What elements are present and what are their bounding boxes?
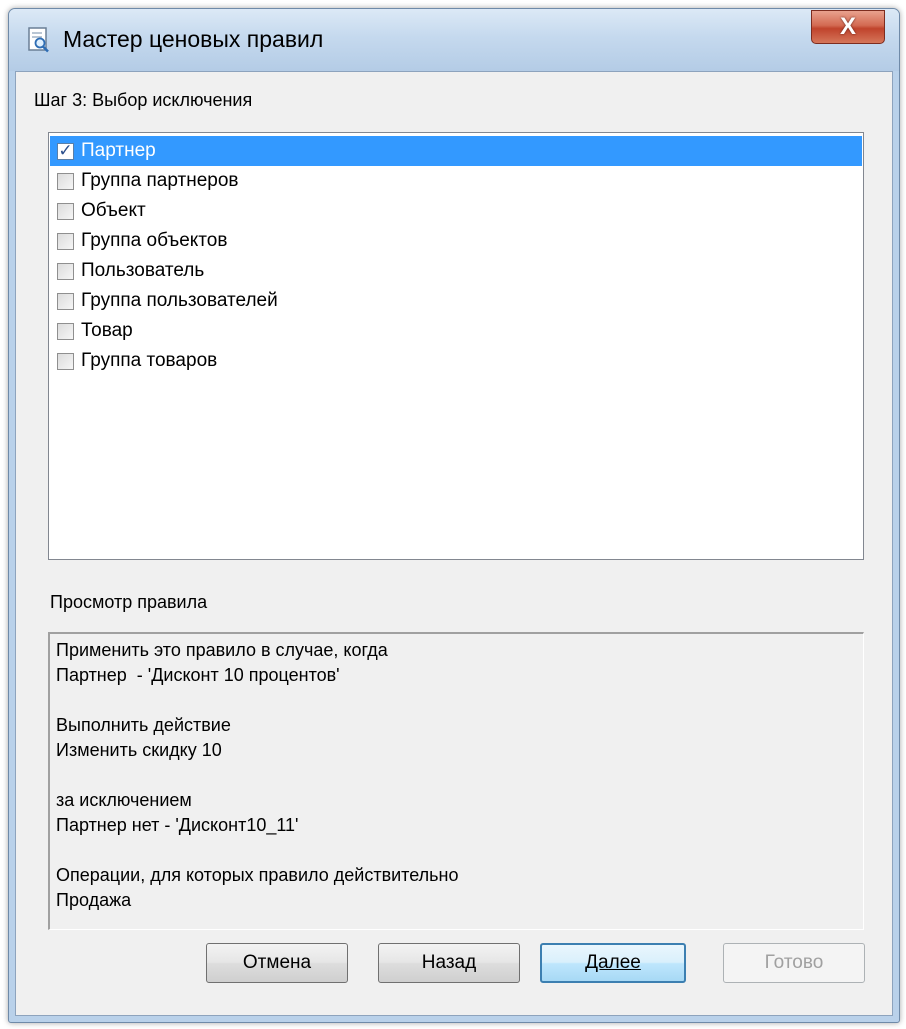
list-item-label: Товар	[81, 320, 133, 341]
preview-line: Применить это правило в случае, когда	[56, 640, 388, 660]
list-item-label: Объект	[81, 200, 146, 221]
list-item-label: Пользователь	[81, 260, 205, 281]
list-item[interactable]: ✓ Партнер	[50, 136, 862, 166]
checkbox[interactable]	[57, 202, 74, 220]
exception-list[interactable]: ✓ Партнер Группа партнеров Объект Группа объ…	[48, 132, 864, 560]
list-item[interactable]: Группа пользователей	[50, 286, 862, 316]
list-item-label: Группа объектов	[81, 230, 228, 251]
next-button-label: Далее	[585, 952, 641, 973]
list-item[interactable]: Объект	[50, 196, 862, 226]
rule-preview-box[interactable]: Применить это правило в случае, когда Пар…	[48, 632, 864, 930]
list-item-label: Группа партнеров	[81, 170, 239, 191]
finish-button[interactable]: Готово	[723, 943, 865, 983]
list-item[interactable]: Группа товаров	[50, 346, 862, 376]
back-button-label: Назад	[421, 952, 477, 973]
document-search-icon	[28, 27, 49, 53]
list-item[interactable]: Пользователь	[50, 256, 862, 286]
checkbox[interactable]	[57, 322, 74, 340]
preview-line: Операции, для которых правило действител…	[56, 865, 459, 885]
cancel-button[interactable]: Отмена	[206, 943, 348, 983]
preview-line: Партнер нет - 'Дисконт10_11'	[56, 815, 299, 835]
checkbox[interactable]	[57, 352, 74, 370]
step-label: Шаг 3: Выбор исключения	[34, 90, 253, 110]
list-item[interactable]: Группа партнеров	[50, 166, 862, 196]
preview-line: Партнер - 'Дисконт 10 процентов'	[56, 665, 340, 685]
list-item-label: Группа товаров	[81, 350, 218, 371]
title-bar[interactable]: Мастер ценовых правил X	[9, 9, 899, 71]
preview-line: Выполнить действие	[56, 715, 231, 735]
cancel-button-label: Отмена	[242, 952, 312, 973]
close-button[interactable]: X	[811, 10, 885, 44]
finish-button-label: Готово	[764, 952, 824, 973]
back-button[interactable]: Назад	[378, 943, 520, 983]
close-icon: X	[839, 13, 856, 40]
checkbox[interactable]	[57, 172, 74, 190]
list-item[interactable]: Группа объектов	[50, 226, 862, 256]
checkbox[interactable]	[57, 292, 74, 310]
list-item[interactable]: Товар	[50, 316, 862, 346]
list-item-label: Группа пользователей	[81, 290, 278, 311]
checkbox[interactable]	[57, 232, 74, 250]
checkmark-icon: ✓	[58, 140, 73, 160]
preview-line: Изменить скидку 10	[56, 740, 222, 760]
next-button[interactable]: Далее	[540, 943, 686, 983]
checkbox[interactable]	[57, 262, 74, 280]
checkbox[interactable]: ✓	[57, 140, 74, 160]
list-item-label: Партнер	[81, 140, 156, 161]
preview-line: Продажа	[56, 890, 132, 910]
window-title: Мастер ценовых правил	[63, 26, 324, 52]
preview-line: за исключением	[56, 790, 192, 810]
preview-label: Просмотр правила	[50, 592, 208, 612]
